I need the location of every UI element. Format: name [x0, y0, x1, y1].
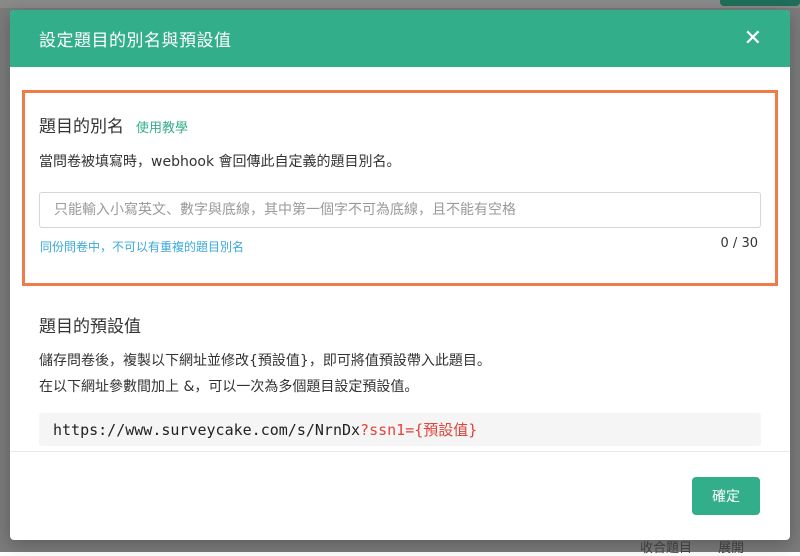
default-value-description: 儲存問卷後，複製以下網址並修改{預設值}，即可將值預設帶入此題目。 在以下網址參… — [39, 348, 491, 400]
modal-header: 設定題目的別名與預設值 ✕ — [10, 10, 790, 67]
confirm-button[interactable]: 確定 — [692, 477, 760, 515]
alias-hint: 同份問卷中，不可以有重複的題目別名 — [40, 240, 245, 254]
alias-section: 題目的別名 使用教學 當問卷被填寫時，webhook 會回傳此自定義的題目別名。… — [22, 90, 778, 286]
tutorial-link[interactable]: 使用教學 — [136, 117, 188, 136]
url-param: ?ssn1={預設值} — [360, 421, 478, 439]
default-value-url[interactable]: https://www.surveycake.com/s/NrnDx ?ssn1=… — [39, 413, 761, 446]
alias-heading: 題目的別名 — [39, 117, 124, 137]
alias-default-modal: 設定題目的別名與預設值 ✕ 題目的別名 使用教學 當問卷被填寫時，webhook… — [10, 10, 790, 540]
alias-description: 當問卷被填寫時，webhook 會回傳此自定義的題目別名。 — [39, 154, 401, 170]
background-action-button — [720, 0, 800, 6]
url-base: https://www.surveycake.com/s/NrnDx — [53, 420, 361, 439]
alias-heading-row: 題目的別名 使用教學 — [39, 112, 188, 137]
default-value-description-line1: 儲存問卷後，複製以下網址並修改{預設值}，即可將值預設帶入此題目。 — [39, 353, 491, 369]
alias-input[interactable] — [39, 192, 761, 228]
collapse-questions-label: 收合題目 — [640, 541, 693, 556]
default-value-heading: 題目的預設值 — [39, 317, 141, 337]
alias-char-counter: 0 / 30 — [720, 236, 758, 251]
modal-title: 設定題目的別名與預設值 — [39, 31, 232, 51]
expand-label: 展開 — [718, 541, 745, 556]
background-toolbar — [0, 0, 800, 8]
default-value-description-line2: 在以下網址參數間加上 &，可以一次為多個題目設定預設值。 — [39, 379, 419, 395]
close-icon[interactable]: ✕ — [744, 27, 762, 50]
footer-divider — [10, 451, 790, 452]
